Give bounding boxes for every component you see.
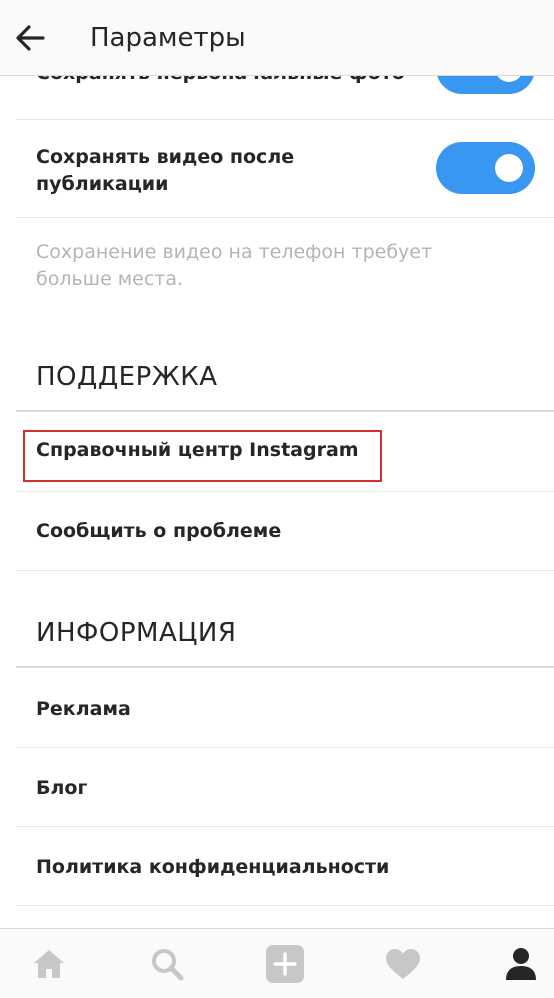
- page-title: Параметры: [90, 22, 246, 53]
- storage-hint: Сохранение видео на телефон требует боль…: [36, 239, 506, 293]
- bottom-navigation: [0, 928, 554, 998]
- search-icon: [152, 949, 184, 981]
- nav-activity-button[interactable]: [358, 929, 448, 998]
- ads-label: Реклама: [36, 698, 131, 720]
- report-problem-label: Сообщить о проблеме: [36, 520, 282, 542]
- nav-home-button[interactable]: [4, 929, 94, 998]
- save-videos-toggle[interactable]: [436, 142, 535, 194]
- section-header-support: ПОДДЕРЖКА: [36, 362, 218, 392]
- privacy-policy-item[interactable]: Политика конфиденциальности: [16, 827, 554, 906]
- highlight-annotation: [23, 430, 382, 482]
- setting-save-original-photos[interactable]: Сохранять первоначальные фото: [16, 76, 554, 120]
- nav-add-post-button[interactable]: [240, 929, 330, 998]
- nav-search-button[interactable]: [122, 929, 212, 998]
- top-app-bar: Параметры: [0, 0, 554, 76]
- toggle-knob: [495, 76, 523, 82]
- ads-item[interactable]: Реклама: [16, 668, 554, 748]
- storage-hint-line2: больше места.: [36, 268, 184, 290]
- heart-icon: [386, 949, 420, 979]
- storage-hint-line1: Сохранение видео на телефон требует: [36, 241, 433, 263]
- setting-label-line2: публикации: [36, 173, 169, 195]
- setting-label: Сохранять первоначальные фото: [36, 76, 405, 87]
- setting-label-line1: Сохранять видео после: [36, 146, 295, 168]
- blog-item[interactable]: Блог: [16, 748, 554, 827]
- toggle-knob: [495, 154, 523, 182]
- back-button[interactable]: [1, 0, 59, 76]
- report-problem-item[interactable]: Сообщить о проблеме: [16, 492, 554, 571]
- nav-profile-button[interactable]: [476, 929, 554, 998]
- blog-label: Блог: [36, 777, 88, 799]
- settings-list[interactable]: Сохранять первоначальные фото Сохранять …: [0, 76, 554, 928]
- profile-icon: [506, 948, 536, 980]
- section-header-info: ИНФОРМАЦИЯ: [36, 618, 237, 648]
- home-icon: [34, 950, 64, 978]
- setting-save-videos[interactable]: Сохранять видео после публикации: [16, 120, 554, 218]
- privacy-policy-label: Политика конфиденциальности: [36, 856, 390, 878]
- arrow-left-icon: [16, 24, 45, 51]
- save-original-photos-toggle[interactable]: [436, 76, 535, 94]
- add-post-icon: [266, 945, 304, 983]
